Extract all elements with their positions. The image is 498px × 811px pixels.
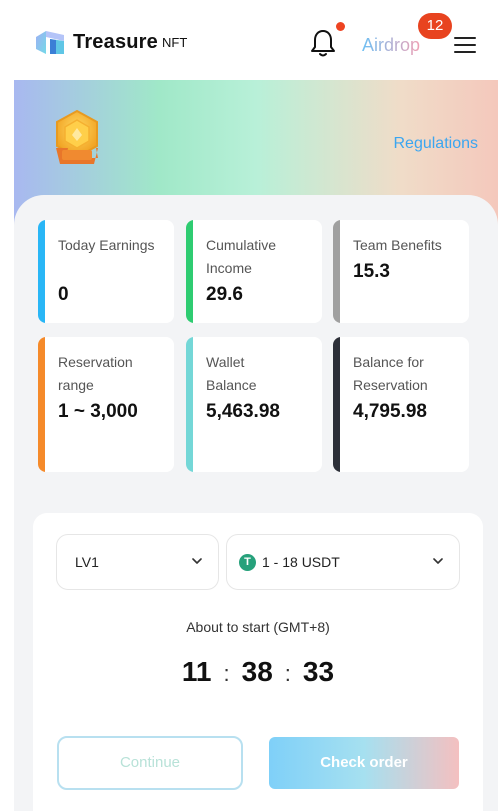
timer-minutes: 38 — [241, 656, 273, 687]
timer-seconds: 33 — [302, 656, 335, 687]
stat-card-wallet-balance: Wallet Balance 5,463.98 — [186, 337, 322, 472]
card-accent-bar — [38, 337, 45, 472]
card-accent-bar — [333, 220, 340, 323]
logo-icon — [36, 31, 64, 54]
timer-separator: : — [223, 661, 230, 686]
card-accent-bar — [38, 220, 45, 323]
stat-label: Team Benefits — [353, 237, 442, 253]
stat-card-balance-for-reservation: Balance for Reservation 4,795.98 — [333, 337, 469, 472]
stat-label: Today Earnings — [58, 237, 155, 253]
app-header: Treasure NFT Airdrop 12 — [0, 0, 498, 80]
card-accent-bar — [186, 220, 193, 323]
stat-label: Cumulative Income — [206, 237, 277, 276]
airdrop-link[interactable]: Airdrop — [362, 35, 420, 56]
stat-value: 1 ~ 3,000 — [58, 401, 138, 422]
regulations-link[interactable]: Regulations — [394, 135, 479, 153]
level-select[interactable]: LV1 — [56, 534, 219, 590]
stat-value: 5,463.98 — [206, 401, 280, 422]
stat-card-cumulative-income: Cumulative Income 29.6 — [186, 220, 322, 323]
stat-value: 0 — [58, 284, 69, 305]
countdown-timer: 11:38:33 — [33, 656, 483, 688]
chevron-down-icon — [192, 558, 202, 564]
stat-value: 29.6 — [206, 284, 243, 305]
card-accent-bar — [186, 337, 193, 472]
range-select[interactable]: T 1 - 18 USDT — [226, 534, 460, 590]
tether-icon: T — [239, 554, 256, 571]
reservation-section: LV1 T 1 - 18 USDT About to start (GMT+8)… — [33, 513, 483, 811]
notification-dot — [336, 22, 345, 31]
bell-icon[interactable] — [309, 28, 337, 58]
hamburger-menu-icon[interactable] — [454, 37, 476, 55]
brand-name: Treasure — [73, 30, 158, 53]
level-select-value: LV1 — [75, 554, 99, 570]
continue-button[interactable]: Continue — [57, 736, 243, 790]
stat-card-today-earnings: Today Earnings 0 — [38, 220, 174, 323]
medal-icon — [56, 109, 98, 164]
stat-value: 4,795.98 — [353, 401, 427, 422]
countdown-status: About to start (GMT+8) — [186, 619, 330, 635]
card-accent-bar — [333, 337, 340, 472]
stat-card-reservation-range: Reservation range 1 ~ 3,000 — [38, 337, 174, 472]
stat-card-team-benefits: Team Benefits 15.3 — [333, 220, 469, 323]
chevron-down-icon — [433, 558, 443, 564]
stat-label: Balance for Reservation — [353, 354, 428, 393]
check-order-button[interactable]: Check order — [269, 737, 459, 789]
notification-count-badge: 12 — [418, 13, 452, 39]
timer-separator: : — [284, 661, 291, 686]
stat-label: Reservation range — [58, 354, 133, 393]
brand-sub: NFT — [162, 34, 188, 50]
app-logo[interactable]: Treasure NFT — [33, 27, 187, 57]
range-select-value: 1 - 18 USDT — [262, 554, 340, 570]
timer-hours: 11 — [181, 656, 212, 687]
stat-label: Wallet Balance — [206, 354, 257, 393]
stat-value: 15.3 — [353, 261, 390, 282]
